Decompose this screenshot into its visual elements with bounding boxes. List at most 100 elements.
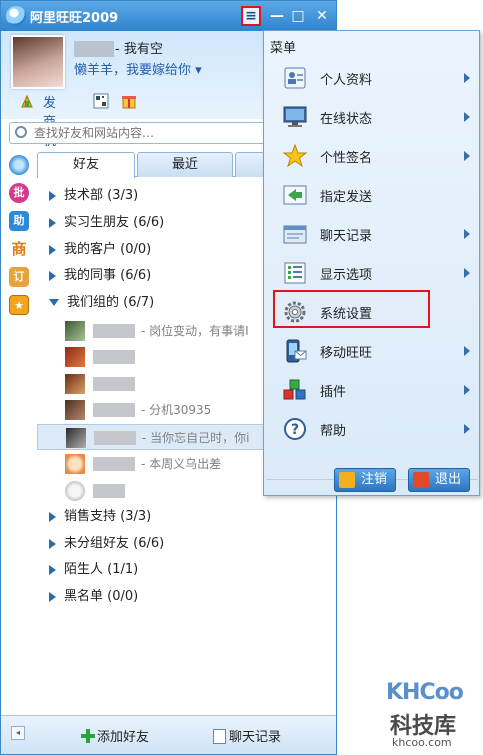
expand-arrow-icon bbox=[49, 511, 56, 522]
menu-item-send-to[interactable]: 指定发送 bbox=[266, 178, 478, 212]
chat-history-label: 聊天记录 bbox=[229, 730, 282, 745]
main-menu-button[interactable]: ≡ bbox=[241, 6, 261, 26]
friend-name-redacted bbox=[93, 403, 135, 417]
group-row[interactable]: 技术部 (3/3) bbox=[49, 183, 138, 209]
wangwang-contacts-icon[interactable] bbox=[9, 155, 29, 175]
chat-history-button[interactable]: 聊天记录 bbox=[213, 726, 281, 745]
pi-wholesale-icon[interactable]: 批 bbox=[9, 183, 29, 203]
menu-item-profile[interactable]: 个人资料 bbox=[266, 61, 478, 95]
logout-button[interactable]: 注销 bbox=[334, 468, 396, 492]
annotation-highlight-box bbox=[273, 290, 430, 328]
menu-item-chat-history[interactable]: 聊天记录 bbox=[266, 217, 478, 251]
submenu-arrow-icon bbox=[464, 73, 470, 83]
business-icon[interactable]: 商 bbox=[9, 239, 29, 259]
signature[interactable]: 懒羊羊，我要嫁给你 ▾ bbox=[74, 59, 202, 78]
menu-item-help[interactable]: ? 帮助 bbox=[266, 412, 478, 446]
group-row[interactable]: 陌生人 (1/1) bbox=[49, 557, 138, 583]
menu-item-online-status[interactable]: 在线状态 bbox=[266, 100, 478, 134]
watermark: KHCoo 科技库 khcoo.com bbox=[384, 678, 480, 752]
checklist-icon bbox=[284, 262, 306, 284]
friend-name-redacted bbox=[93, 377, 135, 391]
submenu-arrow-icon bbox=[464, 346, 470, 356]
favorites-icon[interactable]: ★ bbox=[9, 295, 29, 315]
group-label: 黑名单 (0/0) bbox=[64, 589, 139, 604]
tab-more[interactable] bbox=[235, 152, 265, 177]
menu-item-signature[interactable]: 个性签名 bbox=[266, 139, 478, 173]
mobile-phone-icon bbox=[286, 339, 307, 363]
qr-code-icon[interactable] bbox=[93, 93, 109, 109]
power-icon bbox=[413, 472, 429, 488]
tab-recent[interactable]: 最近 bbox=[137, 152, 233, 177]
tab-friends[interactable]: 好友 bbox=[37, 152, 135, 178]
svg-text:?: ? bbox=[291, 422, 299, 438]
menu-item-label: 移动旺旺 bbox=[320, 346, 373, 361]
expand-arrow-icon bbox=[49, 217, 56, 228]
submenu-arrow-icon bbox=[464, 424, 470, 434]
key-icon bbox=[339, 472, 355, 488]
menu-header: 菜单 bbox=[270, 41, 297, 56]
submenu-arrow-icon bbox=[464, 385, 470, 395]
group-row-expanded[interactable]: 我们组的 (6/7) bbox=[49, 290, 154, 316]
submenu-arrow-icon bbox=[464, 268, 470, 278]
search-icon bbox=[15, 126, 27, 138]
send-arrow-icon bbox=[283, 185, 307, 205]
group-row[interactable]: 实习生朋友 (6/6) bbox=[49, 210, 164, 236]
minimize-button[interactable]: — bbox=[267, 6, 287, 26]
star-icon bbox=[282, 144, 308, 168]
exit-label: 退出 bbox=[435, 472, 462, 487]
friend-name-redacted bbox=[94, 431, 136, 445]
group-label: 销售支持 (3/3) bbox=[64, 509, 152, 524]
friend-avatar bbox=[65, 400, 85, 420]
group-row[interactable]: 销售支持 (3/3) bbox=[49, 504, 151, 530]
profile-card-icon bbox=[284, 67, 306, 89]
aliwangwang-logo-icon bbox=[6, 6, 26, 26]
app-title: 阿里旺旺2009 bbox=[30, 11, 119, 26]
collapse-left-icon[interactable]: ◂ bbox=[11, 726, 25, 740]
add-friend-label: 添加好友 bbox=[97, 730, 150, 745]
group-label: 未分组好友 (6/6) bbox=[64, 536, 165, 551]
menu-item-plugins[interactable]: 插件 bbox=[266, 373, 478, 407]
expand-arrow-icon bbox=[49, 538, 56, 549]
friend-avatar bbox=[65, 347, 85, 367]
menu-item-label: 聊天记录 bbox=[320, 229, 373, 244]
group-row[interactable]: 我的客户 (0/0) bbox=[49, 237, 151, 263]
expand-arrow-icon bbox=[49, 190, 56, 201]
menu-item-label: 指定发送 bbox=[320, 190, 373, 205]
expand-arrow-icon bbox=[49, 244, 56, 255]
maximize-button[interactable]: □ bbox=[288, 6, 308, 26]
submenu-arrow-icon bbox=[464, 151, 470, 161]
friend-name-redacted bbox=[93, 350, 135, 364]
group-label: 我们组的 (6/7) bbox=[67, 295, 155, 310]
menu-item-display-options[interactable]: 显示选项 bbox=[266, 256, 478, 290]
menu-item-label: 个人资料 bbox=[320, 73, 373, 88]
group-row[interactable]: 黑名单 (0/0) bbox=[49, 584, 138, 610]
group-label: 实习生朋友 (6/6) bbox=[64, 215, 165, 230]
menu-item-mobile-wangwang[interactable]: 移动旺旺 bbox=[266, 334, 478, 368]
friend-avatar bbox=[66, 428, 86, 448]
help-icon: ? bbox=[284, 418, 306, 440]
menu-item-label: 插件 bbox=[320, 385, 347, 400]
group-row[interactable]: 我的同事 (6/6) bbox=[49, 263, 151, 289]
close-button[interactable]: ✕ bbox=[312, 6, 332, 26]
add-friend-button[interactable]: 添加好友 bbox=[81, 726, 149, 745]
menu-item-label: 在线状态 bbox=[320, 112, 373, 127]
document-icon bbox=[213, 729, 226, 744]
online-status[interactable]: - 我有空 bbox=[115, 38, 163, 57]
gift-icon[interactable] bbox=[121, 93, 137, 109]
friend-name-redacted bbox=[93, 484, 125, 498]
store-icon[interactable]: 订 bbox=[9, 267, 29, 287]
friend-avatar-offline bbox=[65, 481, 85, 501]
helper-icon[interactable]: 助 bbox=[9, 211, 29, 231]
exit-button[interactable]: 退出 bbox=[408, 468, 470, 492]
watermark-logo: KHCoo bbox=[386, 680, 464, 705]
title-bar[interactable]: 阿里旺旺2009 ≡ — □ ✕ bbox=[1, 1, 336, 31]
expand-arrow-icon bbox=[49, 270, 56, 281]
group-label: 我的客户 (0/0) bbox=[64, 242, 152, 257]
submenu-arrow-icon bbox=[464, 229, 470, 239]
friend-avatar bbox=[65, 454, 85, 474]
group-row[interactable]: 未分组好友 (6/6) bbox=[49, 531, 164, 557]
menu-item-label: 个性签名 bbox=[320, 151, 373, 166]
main-menu-dropdown: 菜单 个人资料 在线状态 个性签名 指定发送 聊天记录 显示选项 系统设置 移动… bbox=[263, 30, 480, 496]
group-label: 技术部 (3/3) bbox=[64, 188, 139, 203]
avatar[interactable] bbox=[11, 35, 65, 89]
